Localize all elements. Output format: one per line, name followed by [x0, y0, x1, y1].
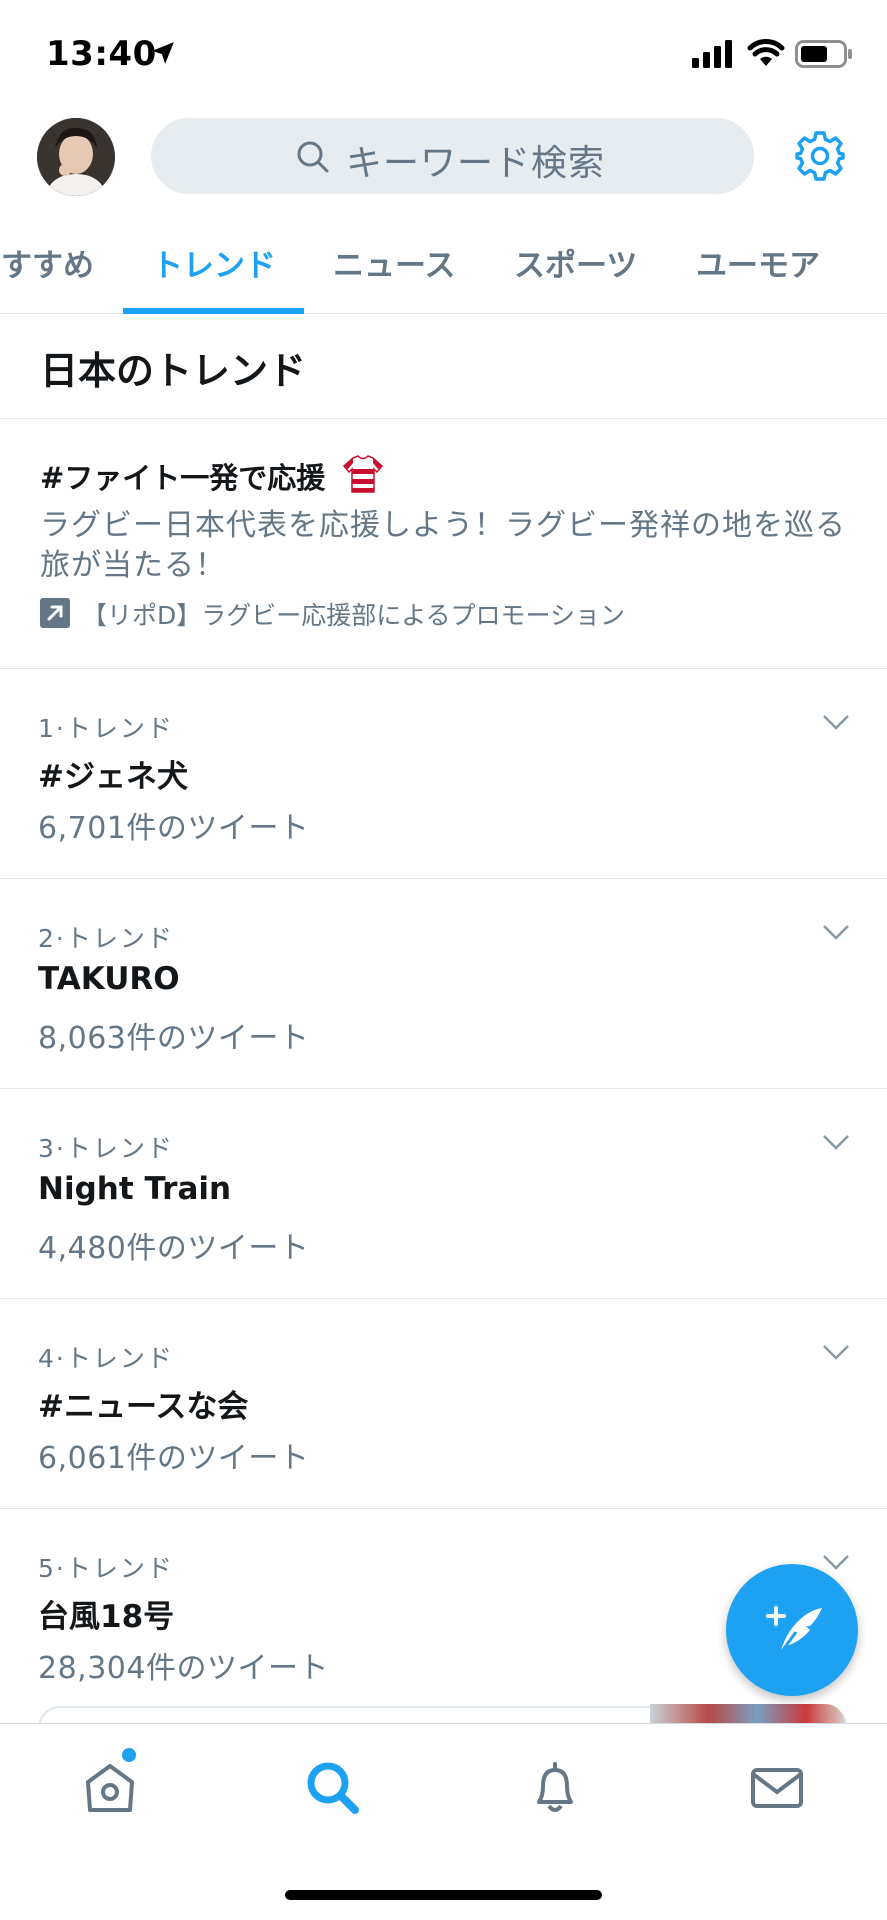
- tab-trends[interactable]: トレンド: [152, 240, 276, 285]
- bell-icon[interactable]: [525, 1758, 585, 1818]
- trend-name: TAKURO: [38, 961, 180, 997]
- trend-name: #ジェネ犬: [38, 759, 188, 795]
- trend-tweet-count: 6,061件のツイート: [38, 1441, 310, 1476]
- promoted-arrow-icon: [40, 598, 70, 628]
- trend-tweet-count: 6,701件のツイート: [38, 811, 310, 846]
- trend-item[interactable]: 1·トレンド #ジェネ犬 6,701件のツイート: [0, 669, 887, 879]
- compose-tweet-icon: [766, 1606, 822, 1655]
- cellular-signal-icon: [692, 40, 732, 68]
- tab-sports[interactable]: スポーツ: [514, 240, 637, 285]
- search-placeholder: キーワード検索: [346, 143, 606, 184]
- bottom-tab-bar: [0, 1723, 887, 1920]
- chevron-down-icon[interactable]: [822, 923, 850, 941]
- active-tab-indicator: [123, 308, 304, 314]
- trend-rank: 3·トレンド: [38, 1134, 174, 1163]
- explore-tabs: おすすめ トレンド ニュース スポーツ ユーモア: [0, 228, 887, 314]
- search-icon: [297, 141, 329, 173]
- trend-item[interactable]: 3·トレンド Night Train 4,480件のツイート: [0, 1089, 887, 1299]
- location-arrow-icon: [152, 42, 174, 64]
- avatar-image: [37, 118, 115, 196]
- mail-icon[interactable]: [747, 1758, 807, 1818]
- trend-rank: 1·トレンド: [38, 714, 174, 743]
- tab-news[interactable]: ニュース: [333, 240, 455, 285]
- home-notification-dot: [122, 1748, 136, 1762]
- chevron-down-icon[interactable]: [822, 1133, 850, 1151]
- search-icon[interactable]: [303, 1758, 363, 1818]
- trend-name: #ニュースな会: [38, 1389, 249, 1425]
- trend-name: 台風18号: [38, 1599, 175, 1635]
- wifi-icon: [747, 39, 785, 66]
- trend-name: Night Train: [38, 1171, 232, 1207]
- trend-tweet-count: 28,304件のツイート: [38, 1651, 329, 1686]
- trend-tweet-count: 4,480件のツイート: [38, 1231, 310, 1266]
- trend-item[interactable]: 2·トレンド TAKURO 8,063件のツイート: [0, 879, 887, 1089]
- tab-recommended[interactable]: おすすめ: [0, 240, 94, 285]
- promoted-by-label: 【リポD】ラグビー応援部によるプロモーション: [82, 601, 626, 630]
- status-time: 13:40: [46, 34, 157, 74]
- trend-item[interactable]: 4·トレンド #ニュースな会 6,061件のツイート: [0, 1299, 887, 1509]
- battery-icon: [795, 40, 852, 68]
- home-icon[interactable]: [80, 1758, 140, 1818]
- trend-rank: 4·トレンド: [38, 1344, 174, 1373]
- promoted-trend-title: #ファイト一発で応援: [40, 461, 326, 495]
- divider: [0, 418, 887, 419]
- gear-icon[interactable]: [794, 130, 846, 182]
- trend-rank: 2·トレンド: [38, 924, 174, 953]
- home-indicator: [285, 1890, 602, 1900]
- chevron-down-icon[interactable]: [822, 713, 850, 731]
- chevron-down-icon[interactable]: [822, 1343, 850, 1361]
- trend-rank: 5·トレンド: [38, 1554, 174, 1583]
- trend-tweet-count: 8,063件のツイート: [38, 1021, 310, 1056]
- profile-avatar[interactable]: [37, 118, 115, 196]
- promoted-trend-description: ラグビー日本代表を応援しよう！ラグビー発祥の地を巡る旅が当たる！: [40, 508, 846, 583]
- search-input[interactable]: キーワード検索: [151, 118, 754, 194]
- tab-humor[interactable]: ユーモア: [696, 240, 820, 285]
- status-bar: 13:40: [0, 0, 887, 110]
- rugby-jersey-icon: [343, 455, 383, 493]
- section-title: 日本のトレンド: [40, 349, 307, 393]
- compose-tweet-button[interactable]: [726, 1564, 858, 1696]
